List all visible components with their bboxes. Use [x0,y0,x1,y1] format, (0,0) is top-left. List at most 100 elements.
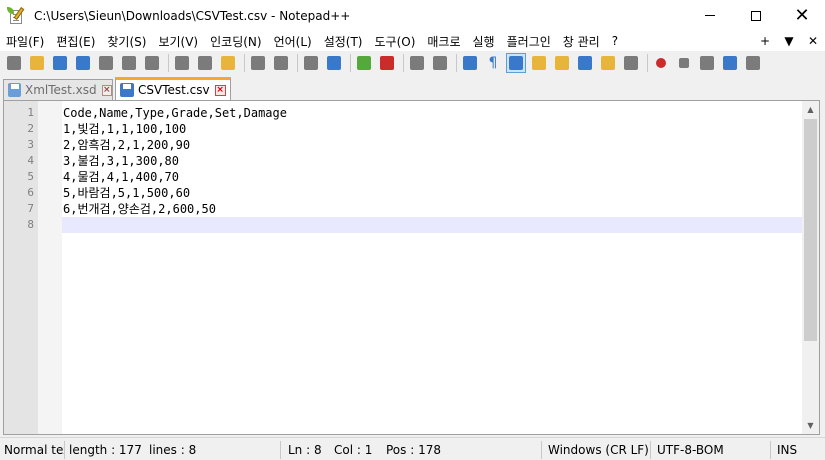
paste-icon[interactable] [218,53,238,73]
code-line[interactable]: 1,빛검,1,1,100,100 [62,121,802,137]
tab-xmltest[interactable]: XmlTest.xsd × [3,79,113,100]
save-icon[interactable] [50,53,70,73]
new-file-icon[interactable] [4,53,24,73]
toolbar-separator [244,54,245,72]
save-all-icon[interactable] [73,53,93,73]
notepad-plus-plus-icon [7,6,26,25]
replace-icon[interactable] [324,53,344,73]
menu-right-controls: + ▼ ✕ [753,31,825,51]
doc-map-icon[interactable] [552,53,572,73]
run-macro-multiple-icon[interactable] [720,53,740,73]
menu-view[interactable]: 보기(V) [152,33,204,50]
tab-label: CSVTest.csv [138,83,210,97]
menu-window[interactable]: 창 관리 [557,33,606,50]
sync-vertical-icon[interactable] [407,53,427,73]
new-tab-button[interactable]: + [753,34,777,48]
tab-csvtest[interactable]: CSVTest.csv × [115,77,231,100]
monitoring-icon[interactable] [621,53,641,73]
menu-encoding[interactable]: 인코딩(N) [204,33,267,50]
window-title: C:\Users\Sieun\Downloads\CSVTest.csv - N… [34,8,351,23]
menu-macro[interactable]: 매크로 [421,33,466,50]
maximize-icon [751,10,761,21]
fold-margin[interactable] [38,101,62,434]
menu-file[interactable]: 파일(F) [0,33,50,50]
indent-guide-icon[interactable] [506,53,526,73]
text-area[interactable]: Code,Name,Type,Grade,Set,Damage 1,빛검,1,1… [62,105,802,233]
scroll-down-icon[interactable]: ▼ [802,417,819,434]
menu-language[interactable]: 언어(L) [268,33,318,50]
status-eol[interactable]: Windows (CR LF) [544,441,651,459]
vertical-scrollbar[interactable]: ▲ ▼ [802,101,819,434]
record-macro-icon[interactable] [651,53,671,73]
title-bar: C:\Users\Sieun\Downloads\CSVTest.csv - N… [0,0,825,31]
line-number: 4 [27,154,34,167]
tab-close-icon[interactable]: × [214,84,226,96]
zoom-out-icon[interactable] [377,53,397,73]
scrollbar-thumb[interactable] [804,119,817,341]
status-bar: Normal tex length : 177 lines : 8 Ln : 8… [0,437,825,460]
folder-workspace-icon[interactable] [598,53,618,73]
saved-disk-icon [8,83,21,97]
toolbar: ¶ [0,51,825,75]
sync-horizontal-icon[interactable] [430,53,450,73]
close-icon: ✕ [794,4,810,26]
status-position: Pos : 178 [382,441,542,459]
find-icon[interactable] [301,53,321,73]
menu-search[interactable]: 찾기(S) [101,33,152,50]
menu-settings[interactable]: 설정(T) [318,33,369,50]
toolbar-separator [456,54,457,72]
redo-icon[interactable] [271,53,291,73]
minimize-button[interactable] [687,0,733,31]
current-code-line[interactable] [62,217,802,233]
show-all-chars-icon[interactable]: ¶ [483,53,503,73]
user-defined-lang-icon[interactable] [529,53,549,73]
code-line[interactable]: 2,암흑검,2,1,200,90 [62,137,802,153]
open-file-icon[interactable] [27,53,47,73]
function-list-icon[interactable] [575,53,595,73]
code-line[interactable]: 3,불검,3,1,300,80 [62,153,802,169]
menu-plugins[interactable]: 플러그인 [501,33,557,50]
close-all-icon[interactable] [119,53,139,73]
line-number: 6 [27,186,34,199]
play-macro-icon[interactable] [697,53,717,73]
tab-close-icon[interactable]: × [101,84,112,96]
copy-icon[interactable] [195,53,215,73]
menu-bar: 파일(F) 편집(E) 찾기(S) 보기(V) 인코딩(N) 언어(L) 설정(… [0,31,825,51]
code-line[interactable]: 4,물검,4,1,400,70 [62,169,802,185]
zoom-in-icon[interactable] [354,53,374,73]
code-line[interactable]: Code,Name,Type,Grade,Set,Damage [62,105,802,121]
close-button[interactable]: ✕ [779,0,825,31]
status-length: length : 177 [69,443,142,457]
editor[interactable]: 1 2 3 4 5 6 7 8 Code,Name,Type,Grade,Set… [3,100,820,435]
scroll-up-icon[interactable]: ▲ [802,101,819,118]
minimize-icon [705,15,715,16]
line-number: 8 [27,218,34,231]
toolbar-separator [350,54,351,72]
code-line[interactable]: 5,바람검,5,1,500,60 [62,185,802,201]
status-encoding[interactable]: UTF-8-BOM [653,441,771,459]
toolbar-separator [647,54,648,72]
toolbar-separator [297,54,298,72]
stop-record-icon[interactable] [674,53,694,73]
menu-tools[interactable]: 도구(O) [369,33,422,50]
status-insert-mode: INS [777,443,798,457]
status-doc-type: Normal tex [0,441,65,459]
close-document-button[interactable]: ✕ [801,34,825,48]
line-number: 3 [27,138,34,151]
word-wrap-icon[interactable] [460,53,480,73]
maximize-button[interactable] [733,0,779,31]
tab-label: XmlTest.xsd [24,83,97,97]
close-icon[interactable] [96,53,116,73]
menu-edit[interactable]: 편집(E) [50,33,101,50]
line-number-gutter: 1 2 3 4 5 6 7 8 [4,101,38,434]
code-line[interactable]: 6,번개검,양손검,2,600,50 [62,201,802,217]
print-icon[interactable] [142,53,162,73]
line-number: 7 [27,202,34,215]
save-macro-icon[interactable] [743,53,763,73]
cut-icon[interactable] [172,53,192,73]
tab-list-button[interactable]: ▼ [777,34,801,48]
menu-run[interactable]: 실행 [467,33,501,50]
menu-help[interactable]: ? [606,34,624,48]
undo-icon[interactable] [248,53,268,73]
status-column: Col : 1 [334,443,373,457]
